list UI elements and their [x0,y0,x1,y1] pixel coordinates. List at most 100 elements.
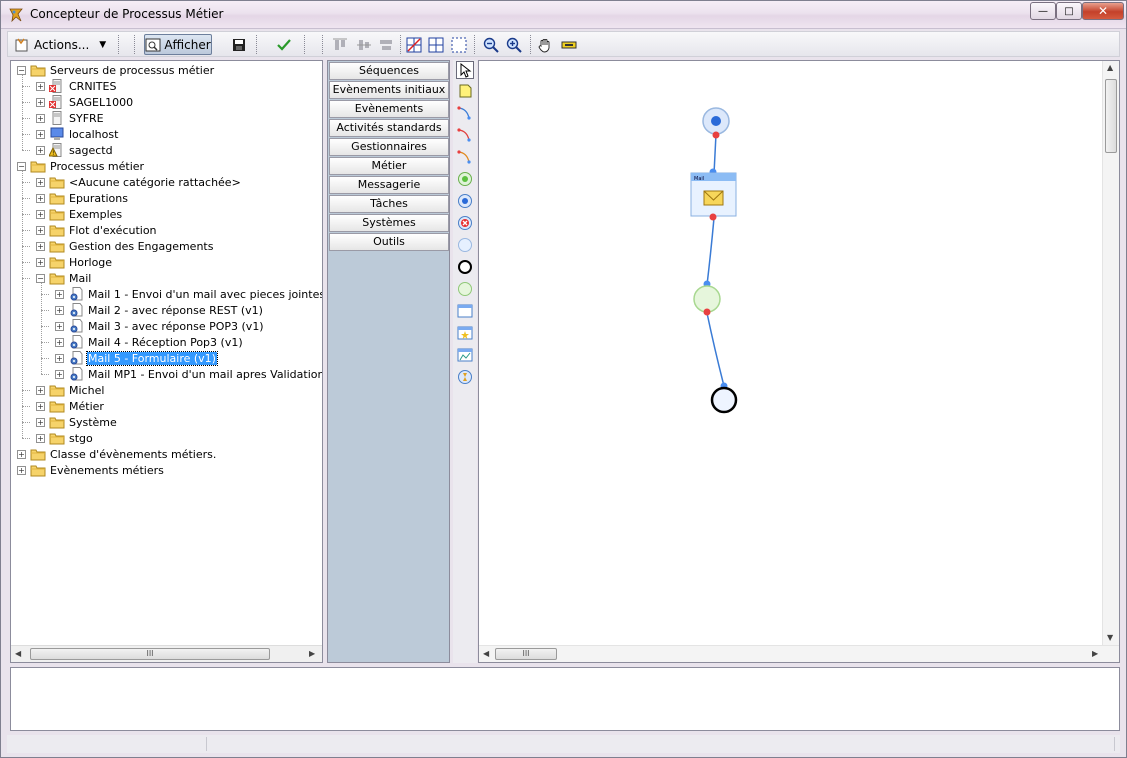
expand-icon[interactable]: + [36,225,45,235]
scroll-thumb[interactable] [1105,79,1117,153]
end-event[interactable] [710,382,738,414]
cancel-event-tool[interactable] [455,213,475,233]
scroll-right-icon[interactable]: ▶ [1092,649,1098,658]
expand-icon[interactable]: + [36,209,45,219]
window-tool[interactable] [455,301,475,321]
intermediate-event[interactable] [693,280,721,316]
category-button[interactable]: Messagerie [329,176,449,194]
tree-item[interactable]: + Epurations [36,190,129,206]
expand-icon[interactable]: + [36,385,45,395]
save-button[interactable] [229,34,249,55]
expand-icon[interactable]: + [36,433,45,443]
expand-icon[interactable]: + [36,177,45,187]
collapse-icon[interactable]: − [17,161,26,171]
category-button[interactable]: Evènements initiaux [329,81,449,99]
expand-icon[interactable]: + [36,241,45,251]
collapse-icon[interactable]: − [36,273,45,283]
tree-item[interactable]: + stgo [36,430,94,446]
expand-icon[interactable]: + [36,113,45,123]
tree-item[interactable]: + Mail 4 - Réception Pop3 (v1) [55,334,244,350]
connector-line[interactable] [706,217,715,286]
expand-icon[interactable]: + [55,369,64,379]
connector-red-tool[interactable] [455,125,475,145]
category-button[interactable]: Activités standards [329,119,449,137]
tree-item[interactable]: + Flot d'exécution [36,222,158,238]
canvas-vertical-scrollbar[interactable]: ▲ ▼ [1102,61,1119,647]
connector-line[interactable] [706,312,725,387]
green-event-tool[interactable] [455,169,475,189]
connector-tool[interactable] [455,103,475,123]
blue-event-tool[interactable] [455,191,475,211]
chart-window-tool[interactable] [455,345,475,365]
tree-item[interactable]: + localhost [36,126,119,142]
output-port[interactable] [709,213,717,221]
tree-item[interactable]: − Serveurs de processus métier [17,62,215,78]
validate-button[interactable] [274,34,294,55]
tree-item[interactable]: + Système [36,414,118,430]
expand-icon[interactable]: + [36,97,45,107]
close-button[interactable]: ✕ [1082,2,1124,20]
tree-horizontal-scrollbar[interactable]: ◀ III ▶ [11,645,322,662]
start-event[interactable] [702,107,730,139]
tree-item[interactable]: +! sagectd [36,142,114,158]
measure-button[interactable] [559,34,579,55]
collapse-icon[interactable]: − [17,65,26,75]
tree-item[interactable]: + Mail 5 - Formulaire (v1) [55,350,218,366]
category-button[interactable]: Tâches [329,195,449,213]
zoom-in-button[interactable] [504,34,524,55]
tree-item[interactable]: + Mail 1 - Envoi d'un mail avec pieces jo… [55,286,322,302]
tree-item[interactable]: + Mail MP1 - Envoi d'un mail apres Valida… [55,366,322,382]
scroll-thumb[interactable]: III [30,648,270,660]
tree-item[interactable]: + Métier [36,398,105,414]
expand-icon[interactable]: + [36,401,45,411]
tree-item[interactable]: + Gestion des Engagements [36,238,214,254]
dotted-grid-button[interactable] [449,34,469,55]
light-green-event-tool[interactable] [455,279,475,299]
scroll-left-icon[interactable]: ◀ [483,649,489,658]
minimize-button[interactable]: — [1030,2,1056,20]
snap-grid-button[interactable] [404,34,424,55]
scroll-left-icon[interactable]: ◀ [15,649,21,658]
expand-icon[interactable]: + [36,257,45,267]
category-button[interactable]: Evènements [329,100,449,118]
note-tool[interactable] [455,81,475,101]
diagram-canvas[interactable]: Mail ▲ ▼ ◀ III ▶ [478,60,1120,663]
tree-item[interactable]: + Mail 2 - avec réponse REST (v1) [55,302,264,318]
tree-item[interactable]: + SYFRE [36,110,105,126]
start-empty-tool[interactable] [455,235,475,255]
align-bottom-button[interactable] [376,34,396,55]
tree-item[interactable]: + SAGEL1000 [36,94,134,110]
canvas-horizontal-scrollbar[interactable]: ◀ III ▶ [479,645,1119,662]
mail-activity[interactable]: Mail [690,168,737,221]
tree-item[interactable]: − Processus métier [17,158,145,174]
output-port[interactable] [712,131,720,139]
process-tree[interactable]: − Serveurs de processus métier + CRNITES + SA… [10,60,323,663]
expand-icon[interactable]: + [36,129,45,139]
scroll-right-icon[interactable]: ▶ [309,649,315,658]
category-button[interactable]: Métier [329,157,449,175]
expand-icon[interactable]: + [17,449,26,459]
expand-icon[interactable]: + [36,145,45,155]
output-port[interactable] [703,308,711,316]
category-button[interactable]: Séquences [329,62,449,80]
connector-orange-tool[interactable] [455,147,475,167]
tree-item[interactable]: + CRNITES [36,78,117,94]
expand-icon[interactable]: + [36,193,45,203]
expand-icon[interactable]: + [36,417,45,427]
zoom-out-button[interactable] [481,34,501,55]
tree-item[interactable]: + Horloge [36,254,113,270]
tree-item[interactable]: + <Aucune catégorie rattachée> [36,174,242,190]
expand-icon[interactable]: + [55,289,64,299]
connector-line[interactable] [713,133,717,175]
category-button[interactable]: Gestionnaires [329,138,449,156]
tree-item[interactable]: + Evènements métiers [17,462,165,478]
end-event-tool[interactable] [455,257,475,277]
tree-item[interactable]: + Mail 3 - avec réponse POP3 (v1) [55,318,265,334]
category-button[interactable]: Systèmes [329,214,449,232]
expand-icon[interactable]: + [36,81,45,91]
align-middle-button[interactable] [354,34,374,55]
expand-icon[interactable]: + [55,321,64,331]
scroll-down-icon[interactable]: ▼ [1107,633,1113,642]
tree-item[interactable]: − Mail [36,270,92,286]
star-window-tool[interactable] [455,323,475,343]
